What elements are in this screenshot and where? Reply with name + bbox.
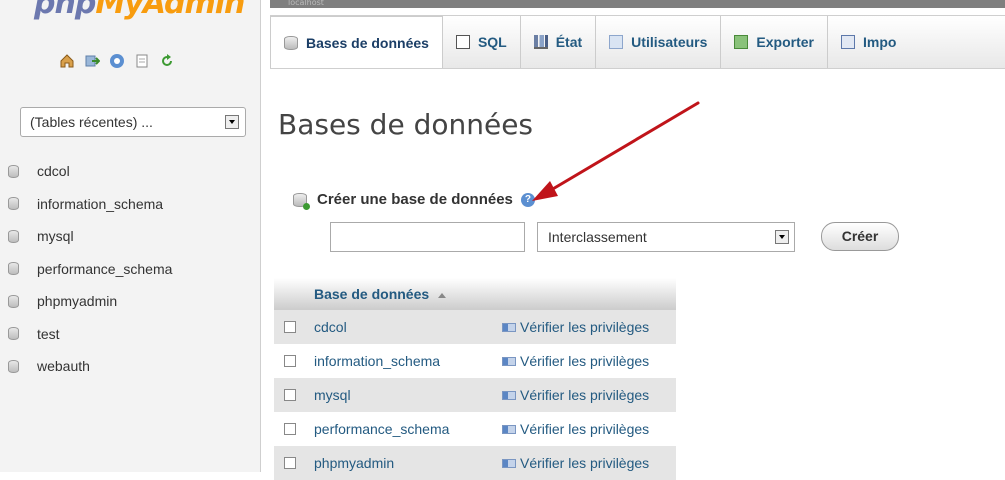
table-header-database[interactable]: Base de données	[306, 278, 496, 310]
check-privileges-link[interactable]: Vérifier les privilèges	[496, 378, 676, 412]
databases-table: Base de données cdcol Vérifier les privi…	[274, 278, 676, 480]
quick-icons-bar	[58, 52, 175, 69]
help-icon[interactable]	[108, 52, 125, 69]
table-row: performance_schema Vérifier les privilèg…	[274, 412, 676, 446]
sidebar-item-cdcol[interactable]: cdcol	[0, 155, 172, 188]
create-database-button[interactable]: Créer	[821, 222, 899, 251]
chevron-down-icon[interactable]	[775, 230, 789, 244]
table-row: phpmyadmin Vérifier les privilèges	[274, 446, 676, 480]
table-row: information_schema Vérifier les privilèg…	[274, 344, 676, 378]
check-privileges-link[interactable]: Vérifier les privilèges	[496, 412, 676, 446]
navigation-sidebar: phpMyAdmin (Tables récentes) ... cdcol i…	[0, 0, 261, 472]
sidebar-item-phpmyadmin[interactable]: phpmyadmin	[0, 285, 172, 318]
export-icon	[734, 35, 749, 49]
database-link[interactable]: information_schema	[306, 344, 496, 378]
sidebar-item-information-schema[interactable]: information_schema	[0, 188, 172, 221]
reload-icon[interactable]	[158, 52, 175, 69]
breadcrumb[interactable]: localhost	[270, 0, 1005, 7]
create-database-label: Créer une base de données	[317, 191, 513, 208]
docs-icon[interactable]	[133, 52, 150, 69]
row-checkbox[interactable]	[284, 355, 296, 367]
row-checkbox[interactable]	[284, 457, 296, 469]
row-checkbox[interactable]	[284, 389, 296, 401]
privileges-icon	[502, 458, 516, 468]
database-name-input[interactable]	[330, 222, 525, 252]
recent-tables-value: (Tables récentes) ...	[30, 114, 153, 130]
sidebar-item-performance-schema[interactable]: performance_schema	[0, 253, 172, 286]
phpmyadmin-logo[interactable]: phpMyAdmin	[34, 0, 245, 21]
recent-tables-select[interactable]: (Tables récentes) ...	[20, 107, 246, 137]
sidebar-item-webauth[interactable]: webauth	[0, 350, 172, 383]
privileges-icon	[502, 390, 516, 400]
database-list: cdcol information_schema mysql performan…	[0, 155, 172, 383]
table-row: mysql Vérifier les privilèges	[274, 378, 676, 412]
status-icon	[533, 35, 548, 49]
database-icon	[8, 327, 19, 341]
tab-users[interactable]: Utilisateurs	[596, 16, 722, 68]
database-icon	[8, 164, 19, 178]
page-title: Bases de données	[278, 108, 534, 141]
database-link[interactable]: phpmyadmin	[306, 446, 496, 480]
create-database-label-row: Créer une base de données ?	[293, 191, 535, 210]
database-icon	[8, 229, 19, 243]
tab-sql[interactable]: SQL	[443, 16, 521, 68]
database-icon	[8, 197, 19, 211]
database-icon	[8, 294, 19, 308]
privileges-icon	[502, 322, 516, 332]
tab-export[interactable]: Exporter	[721, 16, 828, 68]
database-link[interactable]: performance_schema	[306, 412, 496, 446]
table-row: cdcol Vérifier les privilèges	[274, 310, 676, 344]
check-privileges-link[interactable]: Vérifier les privilèges	[496, 446, 676, 480]
table-header-actions	[496, 278, 676, 310]
table-header-checkbox-col	[274, 278, 306, 310]
sidebar-item-mysql[interactable]: mysql	[0, 220, 172, 253]
privileges-icon	[502, 424, 516, 434]
database-icon	[8, 359, 19, 373]
main-tabs: Bases de données SQL État Utilisateurs E…	[270, 15, 1005, 69]
home-icon[interactable]	[58, 52, 75, 69]
users-icon	[609, 35, 624, 49]
database-link[interactable]: mysql	[306, 378, 496, 412]
collation-select[interactable]: Interclassement	[537, 222, 795, 252]
tab-databases[interactable]: Bases de données	[270, 16, 443, 68]
database-icon	[8, 262, 19, 276]
row-checkbox[interactable]	[284, 321, 296, 333]
database-link[interactable]: cdcol	[306, 310, 496, 344]
import-icon	[841, 35, 855, 49]
check-privileges-link[interactable]: Vérifier les privilèges	[496, 344, 676, 378]
database-icon	[284, 35, 298, 50]
annotation-arrow	[532, 101, 700, 201]
tab-status[interactable]: État	[521, 16, 597, 68]
privileges-icon	[502, 356, 516, 366]
sql-icon	[455, 35, 470, 49]
server-breadcrumb-bar: localhost	[270, 0, 1005, 8]
create-database-icon	[293, 192, 310, 210]
tab-import[interactable]: Impo	[828, 16, 909, 68]
exit-icon[interactable]	[83, 52, 100, 69]
sort-ascending-icon	[438, 292, 447, 298]
row-checkbox[interactable]	[284, 423, 296, 435]
collation-value: Interclassement	[548, 229, 647, 245]
sidebar-item-test[interactable]: test	[0, 318, 172, 351]
check-privileges-link[interactable]: Vérifier les privilèges	[496, 310, 676, 344]
chevron-down-icon[interactable]	[225, 115, 239, 129]
